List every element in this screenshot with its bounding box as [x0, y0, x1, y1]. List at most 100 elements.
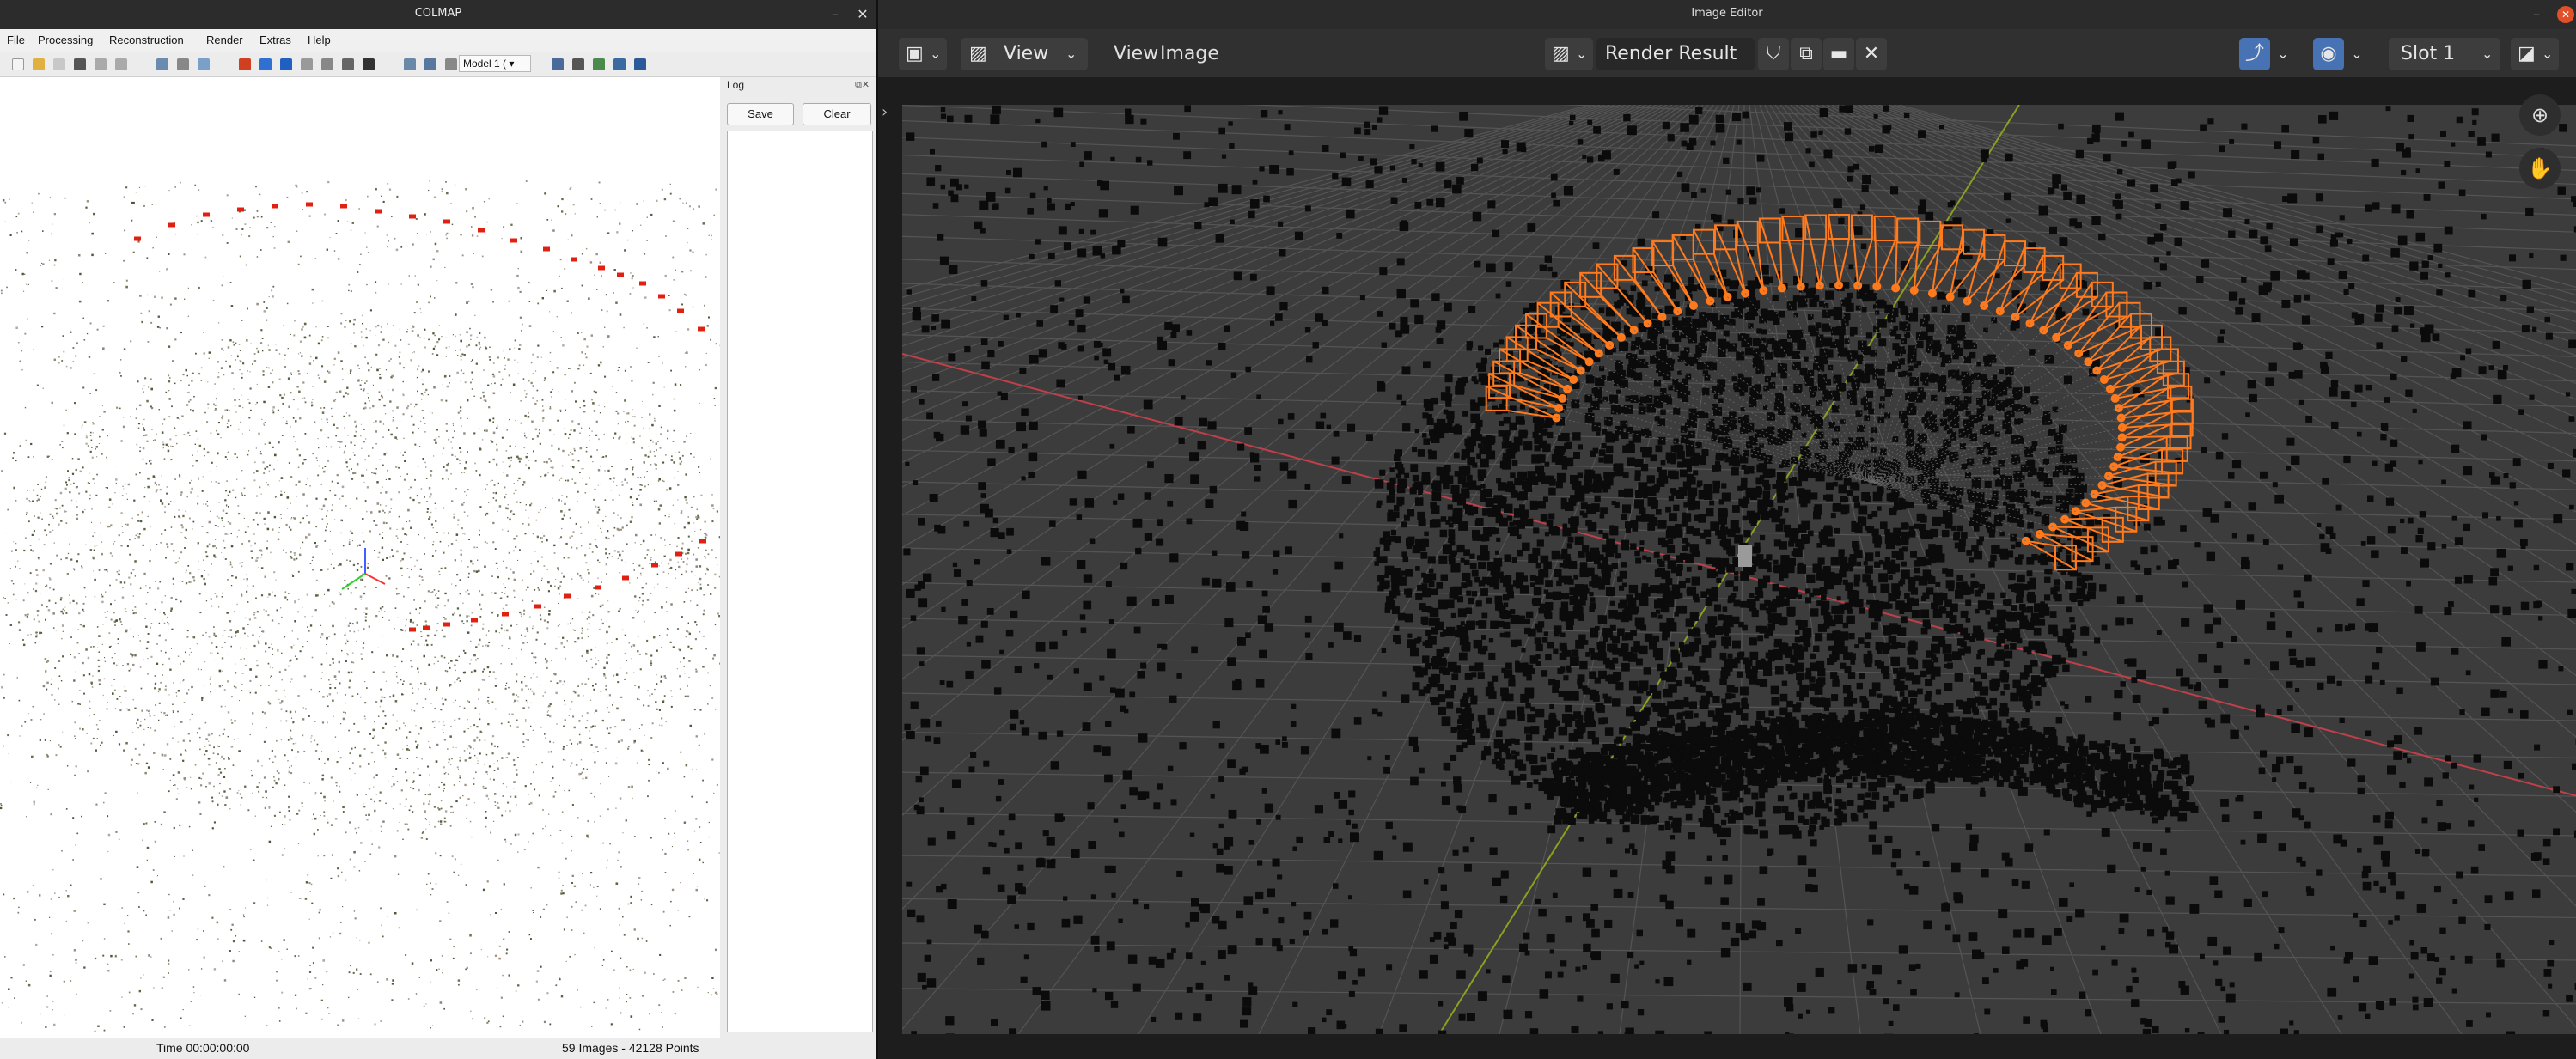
- overlay-toggle-icon[interactable]: ◉: [2313, 38, 2344, 70]
- menu-processing[interactable]: Processing: [38, 33, 93, 46]
- step-icon[interactable]: [280, 58, 292, 70]
- float-dock-icon[interactable]: ⧉✕: [855, 79, 870, 91]
- colmap-titlebar: COLMAP – ✕: [0, 0, 876, 29]
- camera-marker: [502, 612, 509, 617]
- bundle-adjust-icon[interactable]: [342, 58, 354, 70]
- camera-marker: [510, 238, 517, 243]
- model-select[interactable]: Model 1 ( ▾: [459, 55, 531, 72]
- gizmo-toggle-icon[interactable]: ⤴: [2239, 38, 2270, 70]
- pan-hand-icon[interactable]: ✋: [2519, 148, 2561, 189]
- image-editor-window: Image Editor – ✕ ▣ ⌄ ▨ View ⌄ View Image …: [878, 0, 2576, 1059]
- floor-grid: [902, 105, 2576, 1034]
- camera-marker: [534, 604, 541, 609]
- editor-header: ▣ ⌄ ▨ View ⌄ View Image ▨ ⌄ Render Result …: [878, 29, 2576, 77]
- log-save-button[interactable]: Save: [727, 103, 794, 125]
- toolbar-expand-arrow[interactable]: ›: [882, 103, 888, 121]
- fake-user-shield-icon[interactable]: ⛉: [1758, 38, 1789, 70]
- zoom-icon[interactable]: [424, 58, 436, 70]
- feature-matching-icon[interactable]: [177, 58, 189, 70]
- camera-marker: [409, 214, 416, 219]
- menu-extras[interactable]: Extras: [259, 33, 291, 46]
- camera-marker: [443, 219, 450, 224]
- log-panel: Log ⧉✕ Save Clear: [722, 77, 876, 1038]
- duplicate-image-icon[interactable]: ⧉: [1791, 38, 1822, 70]
- open-project-icon[interactable]: [33, 58, 45, 70]
- minimize-button[interactable]: –: [825, 4, 845, 25]
- log-clear-button[interactable]: Clear: [803, 103, 871, 125]
- browse-image-button[interactable]: ▨ ⌄: [1545, 38, 1593, 70]
- camera-marker: [478, 228, 485, 233]
- statusbar: Time 00:00:00:00 59 Images - 42128 Point…: [0, 1038, 876, 1059]
- dense-icon[interactable]: [363, 58, 375, 70]
- unlink-close-icon[interactable]: ✕: [1856, 38, 1887, 70]
- colmap-window: COLMAP – ✕ File Processing Reconstructio…: [0, 0, 876, 1059]
- menu-reconstruction[interactable]: Reconstruction: [109, 33, 184, 46]
- menu-image[interactable]: Image: [1160, 38, 1219, 70]
- match-matrix-icon[interactable]: [552, 58, 564, 70]
- chevron-down-icon[interactable]: ⌄: [2344, 38, 2370, 70]
- chevron-down-icon: ⌄: [1576, 46, 1588, 62]
- slot-dropdown[interactable]: Slot 1 ⌄: [2389, 38, 2500, 70]
- camera-marker: [598, 265, 605, 271]
- show-log-icon[interactable]: [634, 58, 646, 70]
- camera-marker: [675, 551, 682, 557]
- export-model-icon[interactable]: [115, 58, 127, 70]
- new-project-icon[interactable]: [12, 58, 24, 70]
- image-icon: ▨: [969, 43, 987, 64]
- log-icon[interactable]: [572, 58, 584, 70]
- save-project-icon[interactable]: [74, 58, 86, 70]
- play-icon[interactable]: [259, 58, 272, 70]
- point-cloud-canvas[interactable]: [0, 77, 720, 1038]
- camera-marker: [622, 575, 629, 581]
- chevron-down-icon[interactable]: ⌄: [2270, 38, 2296, 70]
- menu-help[interactable]: Help: [308, 33, 331, 46]
- display-channels-button[interactable]: ◪ ⌄: [2511, 38, 2559, 70]
- editor-type-button[interactable]: ▣ ⌄: [899, 38, 947, 70]
- edit-project-icon[interactable]: [53, 58, 65, 70]
- log-text-area[interactable]: [727, 131, 873, 1032]
- pause-icon[interactable]: [301, 58, 313, 70]
- grab-image-icon[interactable]: [445, 58, 457, 70]
- chevron-down-icon: ⌄: [930, 46, 942, 62]
- camera-marker: [203, 212, 210, 217]
- camera-marker: [699, 539, 706, 544]
- zoom-icon[interactable]: ⊕: [2519, 94, 2561, 136]
- camera-marker: [617, 272, 624, 277]
- open-folder-icon[interactable]: ▬: [1823, 38, 1854, 70]
- status-time: Time 00:00:00:00: [156, 1041, 250, 1055]
- reconstruction-viewport[interactable]: [0, 77, 720, 1038]
- menu-file[interactable]: File: [7, 33, 25, 46]
- image-editor-titlebar: Image Editor – ✕: [878, 0, 2576, 29]
- camera-marker: [423, 625, 430, 630]
- close-button[interactable]: ✕: [2557, 6, 2574, 23]
- menu-render[interactable]: Render: [206, 33, 243, 46]
- database-manager-icon[interactable]: [593, 58, 605, 70]
- log-title: Log: [727, 79, 745, 91]
- render-options-icon[interactable]: [404, 58, 416, 70]
- render-result-image[interactable]: [902, 105, 2576, 1034]
- reset-icon[interactable]: [321, 58, 333, 70]
- camera-marker: [409, 627, 416, 632]
- camera-marker: [375, 209, 382, 214]
- menu-view[interactable]: View: [1114, 38, 1158, 70]
- database-icon[interactable]: [198, 58, 210, 70]
- camera-marker: [471, 618, 478, 623]
- view-mode-dropdown[interactable]: ▨ View ⌄: [961, 38, 1088, 70]
- chevron-down-icon: ⌄: [1065, 46, 1077, 62]
- minimize-button[interactable]: –: [2526, 4, 2547, 25]
- reconstruction-icon[interactable]: [239, 58, 251, 70]
- center-marker: [1738, 545, 1752, 567]
- camera-marker: [340, 204, 347, 209]
- axis-x: [364, 573, 386, 585]
- chevron-down-icon: ⌄: [2542, 46, 2554, 62]
- show-model-stats-icon[interactable]: [613, 58, 626, 70]
- image-icon: ▨: [1552, 43, 1570, 64]
- render-canvas: [902, 105, 2576, 1034]
- import-model-icon[interactable]: [95, 58, 107, 70]
- close-button[interactable]: ✕: [852, 4, 873, 25]
- window-title: COLMAP: [414, 7, 462, 20]
- camera-marker: [595, 585, 601, 590]
- image-name-field[interactable]: Render Result: [1596, 38, 1755, 70]
- feature-extraction-icon[interactable]: [156, 58, 168, 70]
- camera-marker: [168, 222, 175, 228]
